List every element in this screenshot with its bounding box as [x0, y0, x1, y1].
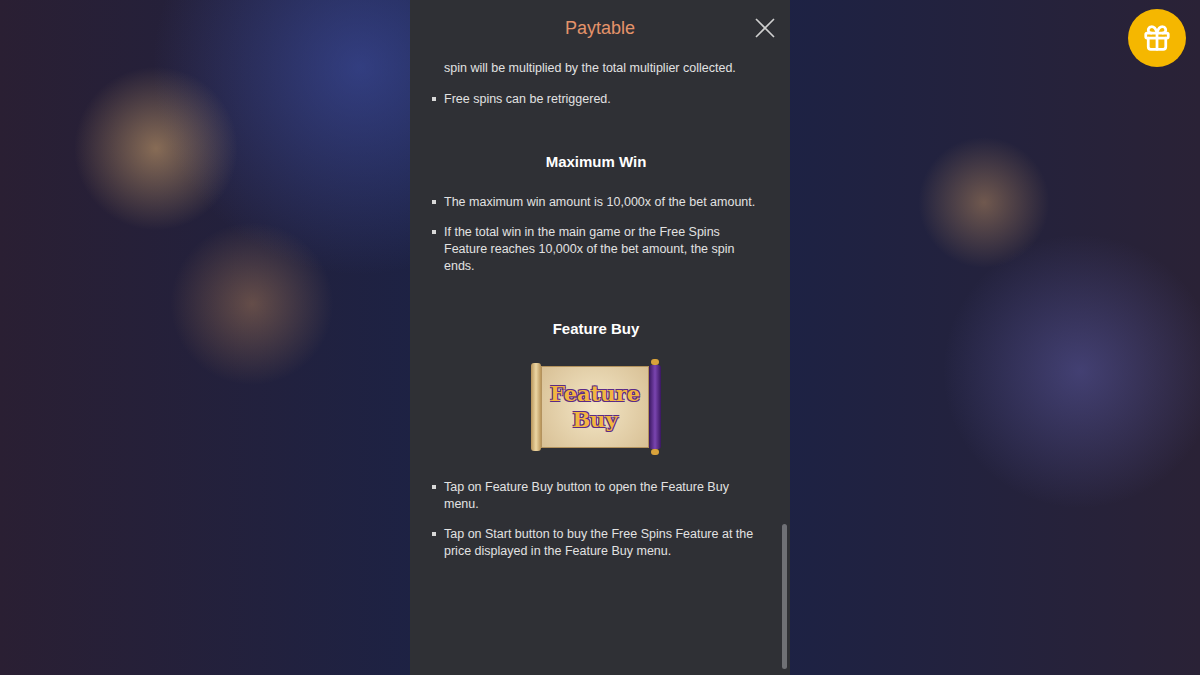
- game-screen: Paytable spin will be multiplied by the t…: [0, 0, 1200, 675]
- bullet-mark: [432, 532, 436, 536]
- scrollbar-track[interactable]: [782, 56, 787, 669]
- section-title: Maximum Win: [432, 152, 760, 172]
- paytable-header: Paytable: [410, 0, 790, 56]
- badge-text: Feature Buy: [547, 381, 643, 433]
- item-text: Free spins can be retriggered.: [444, 91, 611, 108]
- close-icon[interactable]: [755, 18, 775, 38]
- scroll-parchment: Feature Buy: [541, 366, 649, 448]
- item-text: Tap on Start button to buy the Free Spin…: [444, 526, 760, 560]
- paytable-title: Paytable: [565, 15, 635, 42]
- section-title: Feature Buy: [432, 319, 760, 339]
- gift-button[interactable]: [1128, 9, 1186, 67]
- scroll-left-roll: [531, 363, 541, 451]
- bullet-mark: [432, 485, 436, 489]
- paytable-item: spin will be multiplied by the total mul…: [432, 60, 760, 77]
- item-text: If the total win in the main game or the…: [444, 224, 760, 275]
- paytable-section: Maximum Win The maximum win amount is 10,…: [432, 152, 760, 275]
- intro-list: spin will be multiplied by the total mul…: [432, 60, 760, 108]
- scrollbar-thumb[interactable]: [782, 524, 787, 669]
- bullet-mark: [432, 97, 436, 101]
- item-text: spin will be multiplied by the total mul…: [444, 60, 736, 77]
- gift-icon: [1142, 23, 1172, 53]
- paytable-section: Feature Buy Feature Buy Tap on Feature Buy…: [432, 319, 760, 560]
- bullet-mark: [432, 200, 436, 204]
- scroll-right-roll: [649, 359, 661, 455]
- item-text: Tap on Feature Buy button to open the Fe…: [444, 479, 760, 513]
- paytable-item: Free spins can be retriggered.: [432, 91, 760, 108]
- paytable-item: If the total win in the main game or the…: [432, 224, 760, 275]
- feature-buy-badge: Feature Buy: [432, 359, 760, 455]
- section-items: The maximum win amount is 10,000x of the…: [432, 194, 760, 275]
- paytable-panel: Paytable spin will be multiplied by the t…: [410, 0, 790, 675]
- bullet-mark: [432, 230, 436, 234]
- paytable-content: spin will be multiplied by the total mul…: [410, 56, 790, 675]
- paytable-item: Tap on Feature Buy button to open the Fe…: [432, 479, 760, 513]
- item-text: The maximum win amount is 10,000x of the…: [444, 194, 755, 211]
- section-items: Tap on Feature Buy button to open the Fe…: [432, 479, 760, 560]
- paytable-item: The maximum win amount is 10,000x of the…: [432, 194, 760, 211]
- paytable-item: Tap on Start button to buy the Free Spin…: [432, 526, 760, 560]
